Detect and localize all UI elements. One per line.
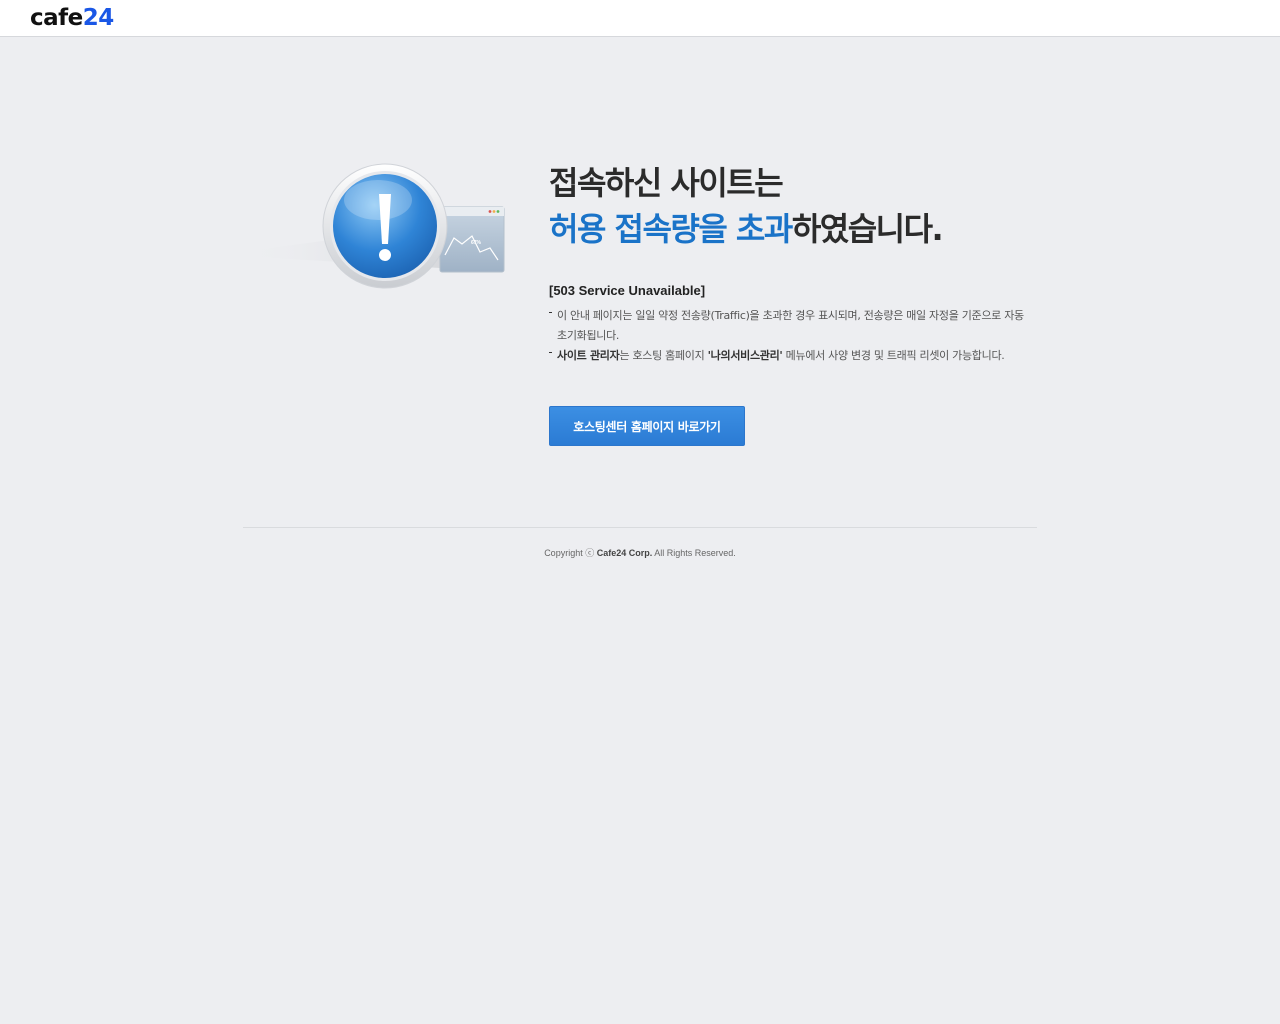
notice-menu-bold: '나의서비스관리' [707, 349, 783, 362]
copyright-prefix: Copyright ⓒ [544, 548, 597, 558]
chart-percent-label: 67% [471, 240, 482, 246]
exclamation-circle-icon [333, 174, 437, 278]
cafe24-logo[interactable]: cafe24 [30, 5, 114, 31]
hosting-center-button[interactable]: 호스팅센터 홈페이지 바로가기 [549, 406, 745, 446]
notice-admin-bold: 사이트 관리자 [557, 349, 620, 362]
main-message: 접속하신 사이트는 허용 접속량을 초과하였습니다. [549, 160, 1039, 252]
status-code-label: [503 Service Unavailable] [549, 283, 706, 298]
top-header-bar: cafe24 [0, 0, 1280, 37]
logo-text-24: 24 [82, 5, 115, 31]
notice-list: 이 안내 페이지는 일일 약정 전송량(Traffic)을 초과한 경우 표시되… [549, 306, 1029, 366]
title-line2-highlight: 허용 접속량을 초과 [549, 210, 793, 248]
warning-illustration: 67% [240, 160, 540, 300]
notice-item-admin: 사이트 관리자는 호스팅 홈페이지 '나의서비스관리' 메뉴에서 사양 변경 및… [549, 346, 1029, 366]
footer-divider [243, 527, 1037, 528]
copyright-suffix: All Rights Reserved. [652, 548, 736, 558]
copyright-text: Copyright ⓒ Cafe24 Corp. All Rights Rese… [0, 546, 1280, 559]
logo-text-cafe: cafe [30, 5, 83, 31]
title-line2-rest: 하였습니다. [791, 210, 944, 248]
warning-illustration-svg: 67% [240, 163, 505, 289]
notice-text-traffic: 이 안내 페이지는 일일 약정 전송량(Traffic)을 초과한 경우 표시되… [557, 309, 1024, 342]
title-line1: 접속하신 사이트는 [549, 164, 784, 202]
notice-admin-mid: 는 호스팅 홈페이지 [619, 349, 708, 362]
browser-window-chart-icon: 67% [439, 206, 505, 273]
notice-item-traffic: 이 안내 페이지는 일일 약정 전송량(Traffic)을 초과한 경우 표시되… [549, 306, 1029, 346]
notice-admin-end: 메뉴에서 사양 변경 및 트래픽 리셋이 가능합니다. [782, 349, 1005, 362]
page-title: 접속하신 사이트는 허용 접속량을 초과하였습니다. [549, 160, 1039, 252]
copyright-company: Cafe24 Corp. [596, 548, 653, 558]
